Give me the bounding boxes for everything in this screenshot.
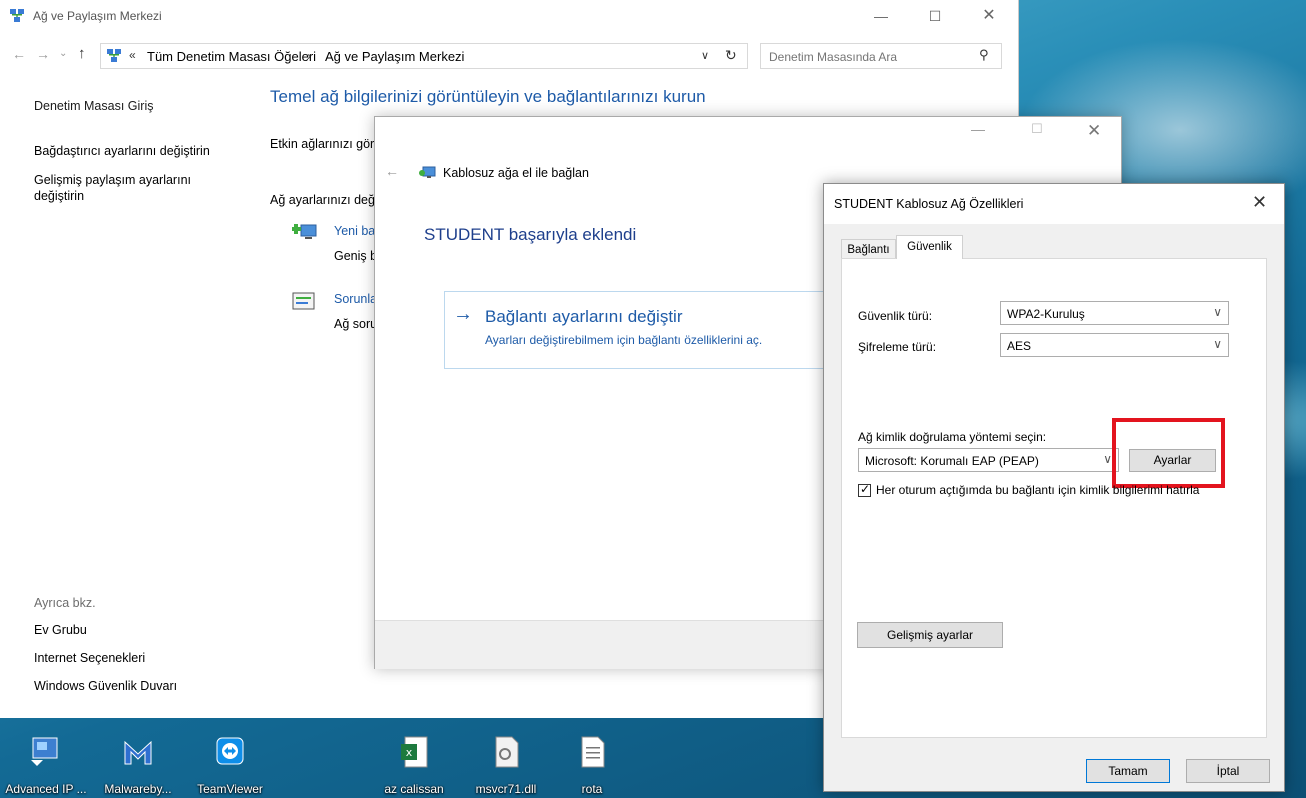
desktop-icon-text-file[interactable]: rota <box>552 730 632 798</box>
wizard-title: Kablosuz ağa el ile bağlan <box>443 166 589 180</box>
checkmark-icon: ✓ <box>860 482 871 496</box>
refresh-icon[interactable]: ↻ <box>725 47 737 64</box>
remember-credentials-checkbox[interactable]: ✓ <box>858 482 871 497</box>
network-center-icon <box>10 9 24 22</box>
desktop-icon-malwarebytes[interactable]: Malwareby... <box>92 730 184 798</box>
advanced-ip-scanner-icon <box>31 737 58 766</box>
option-description: Ayarları değiştirebilmem için bağlantı ö… <box>485 333 763 347</box>
sidebar-homegroup-link[interactable]: Ev Grubu <box>34 623 87 637</box>
overflow-chevron-icon[interactable]: « <box>129 48 136 62</box>
excel-file-icon: x <box>401 736 428 768</box>
security-type-value: WPA2-Kuruluş <box>1007 307 1085 321</box>
auth-method-select[interactable]: Microsoft: Korumalı EAP (PEAP) ∨ <box>858 448 1119 472</box>
active-networks-label: Etkin ağlarınızı görüntüleyin <box>270 137 380 151</box>
new-connection-description: Geniş bant, çevirmeli veya VPN bağlantıs… <box>334 249 376 263</box>
security-type-select[interactable]: WPA2-Kuruluş ∨ <box>1000 301 1229 325</box>
chevron-down-icon: ∨ <box>1103 452 1112 466</box>
svg-text:x: x <box>406 746 413 759</box>
see-also-heading: Ayrıca bkz. <box>34 596 96 610</box>
remember-credentials-label[interactable]: Her oturum açtığımda bu bağlantı için ki… <box>876 483 1206 498</box>
wireless-network-icon <box>419 166 436 178</box>
malwarebytes-icon <box>124 740 152 765</box>
up-arrow-icon[interactable]: ↑ <box>78 45 86 62</box>
highlight-annotation-box <box>1112 418 1225 488</box>
desktop-icon-label: msvcr71.dll <box>475 782 537 796</box>
desktop-icon-advanced-ip[interactable]: Advanced IP ... <box>0 730 92 798</box>
sidebar-firewall-link[interactable]: Windows Güvenlik Duvarı <box>34 679 177 693</box>
minimize-button[interactable]: — <box>858 0 904 32</box>
encryption-type-value: AES <box>1007 339 1032 353</box>
minimize-button[interactable]: — <box>971 121 985 137</box>
sidebar-adapter-settings-link[interactable]: Bağdaştırıcı ayarlarını değiştirin <box>34 144 210 158</box>
troubleshoot-description: Ağ sorunlarını tanılayın ve onarın <box>334 317 376 331</box>
address-bar[interactable]: « Tüm Denetim Masası Öğeleri › Ağ ve Pay… <box>100 43 748 69</box>
desktop-icon-teamviewer[interactable]: TeamViewer <box>184 730 276 798</box>
option-title: Bağlantı ayarlarını değiştir <box>485 307 683 326</box>
sidebar-home-link[interactable]: Denetim Masası Giriş <box>34 99 153 113</box>
text-file-icon <box>581 736 605 768</box>
teamviewer-icon <box>216 737 244 765</box>
dialog-title: STUDENT Kablosuz Ağ Özellikleri <box>834 197 1024 211</box>
desktop-icon-label: Malwareby... <box>104 782 172 796</box>
search-box[interactable]: ⚲ <box>760 43 1002 69</box>
security-type-label: Güvenlik türü: <box>858 309 933 323</box>
search-icon[interactable]: ⚲ <box>979 47 989 63</box>
security-tab-panel: Güvenlik türü: WPA2-Kuruluş ∨ Şifreleme … <box>841 258 1267 738</box>
encryption-type-label: Şifreleme türü: <box>858 340 937 354</box>
close-icon[interactable]: ✕ <box>1252 192 1267 213</box>
navigation-bar: ← → ⌄ ↑ « Tüm Denetim Masası Öğeleri › A… <box>0 40 1018 74</box>
back-arrow-icon[interactable]: ← <box>385 163 399 179</box>
maximize-button[interactable]: ☐ <box>912 0 958 32</box>
tab-connection[interactable]: Bağlantı <box>841 239 896 259</box>
success-heading: STUDENT başarıyla eklendi <box>424 225 637 244</box>
ok-button[interactable]: Tamam <box>1086 759 1170 783</box>
title-bar[interactable]: Ağ ve Paylaşım Merkezi — ☐ ✕ <box>0 0 1018 32</box>
troubleshoot-link[interactable]: Sorunları giderin <box>334 292 376 306</box>
new-connection-icon <box>292 224 317 239</box>
advanced-settings-button[interactable]: Gelişmiş ayarlar <box>857 622 1003 648</box>
troubleshoot-icon <box>292 292 315 310</box>
arrow-right-icon: → <box>453 303 473 325</box>
desktop-icon-label: TeamViewer <box>197 782 263 796</box>
sidebar-internet-options-link[interactable]: Internet Seçenekleri <box>34 651 145 665</box>
dialog-title-bar[interactable]: STUDENT Kablosuz Ağ Özellikleri ✕ <box>824 184 1284 224</box>
auth-method-value: Microsoft: Korumalı EAP (PEAP) <box>865 454 1039 468</box>
search-input[interactable] <box>767 47 971 67</box>
desktop-icon-excel-file[interactable]: x az calissan <box>368 730 460 798</box>
tab-security[interactable]: Güvenlik <box>896 235 963 259</box>
desktop-icon-dll-file[interactable]: msvcr71.dll <box>460 730 552 798</box>
page-title: Temel ağ bilgilerinizi görüntüleyin ve b… <box>270 87 706 106</box>
wireless-properties-dialog: STUDENT Kablosuz Ağ Özellikleri ✕ Bağlan… <box>823 183 1285 792</box>
chevron-down-icon[interactable]: ∨ <box>701 49 709 62</box>
encryption-type-select[interactable]: AES ∨ <box>1000 333 1229 357</box>
breadcrumb-separator-icon[interactable]: › <box>307 49 311 63</box>
chevron-down-icon: ∨ <box>1213 337 1222 351</box>
dll-file-icon <box>495 736 519 768</box>
new-connection-link[interactable]: Yeni bağlantı veya ağ kurun <box>334 224 376 238</box>
desktop-icon-label: az calissan <box>384 782 444 796</box>
back-arrow-icon[interactable]: ← <box>12 46 26 62</box>
cancel-button[interactable]: İptal <box>1186 759 1270 783</box>
desktop-icon-label: rota <box>581 782 603 796</box>
close-button[interactable]: ✕ <box>966 0 1012 32</box>
recent-locations-chevron-icon[interactable]: ⌄ <box>59 48 67 59</box>
breadcrumb-network-sharing-center[interactable]: Ağ ve Paylaşım Merkezi <box>325 49 464 64</box>
auth-method-label: Ağ kimlik doğrulama yöntemi seçin: <box>858 430 1047 444</box>
change-connection-settings-option[interactable]: → Bağlantı ayarlarını değiştir Ayarları … <box>444 291 864 369</box>
maximize-button: ☐ <box>1031 121 1043 136</box>
sidebar-advanced-sharing-link[interactable]: Gelişmiş paylaşım ayarlarını değiştirin <box>34 172 234 204</box>
network-center-icon <box>107 49 121 62</box>
forward-arrow-icon[interactable]: → <box>36 46 50 62</box>
change-settings-label: Ağ ayarlarınızı değiştirin <box>270 193 378 207</box>
window-title: Ağ ve Paylaşım Merkezi <box>33 9 162 23</box>
close-button[interactable]: ✕ <box>1087 121 1101 141</box>
breadcrumb-all-control-panel-items[interactable]: Tüm Denetim Masası Öğeleri <box>147 49 316 64</box>
desktop-icon-label: Advanced IP ... <box>5 782 87 796</box>
chevron-down-icon: ∨ <box>1213 305 1222 319</box>
